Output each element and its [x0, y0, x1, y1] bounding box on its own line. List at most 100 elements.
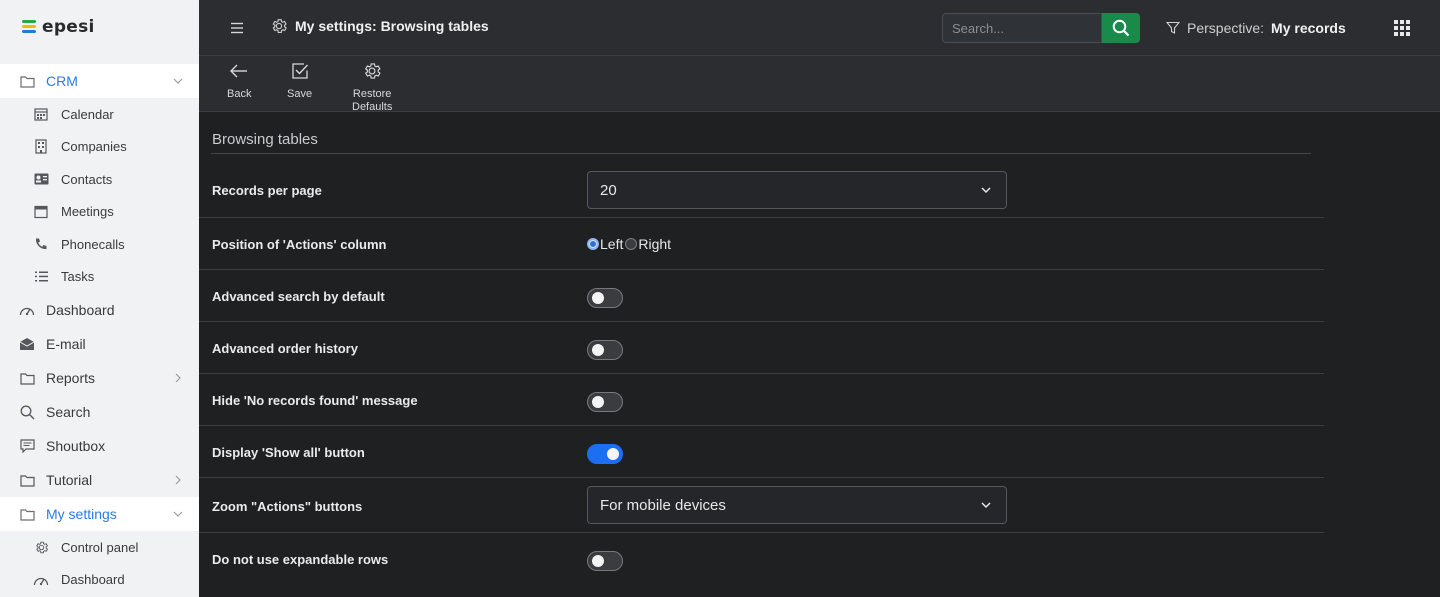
- section-divider: [211, 153, 1311, 154]
- folder-icon: [18, 471, 36, 489]
- sidebar-item-tutorial[interactable]: Tutorial: [0, 463, 199, 497]
- setting-label: Advanced order history: [212, 341, 358, 356]
- chevron-down-icon: [981, 187, 991, 194]
- sidebar-subitem-label: Dashboard: [61, 572, 125, 588]
- sidebar-item-label: Shoutbox: [46, 438, 106, 454]
- records-per-page-select[interactable]: 20: [587, 171, 1007, 209]
- page-title: My settings: Browsing tables: [295, 18, 489, 34]
- search-button[interactable]: [1102, 13, 1140, 43]
- restore-defaults-button[interactable]: Restore Defaults: [352, 60, 392, 114]
- top-bar: My settings: Browsing tables Perspective…: [199, 0, 1440, 56]
- sidebar-subitem-phonecalls[interactable]: Phonecalls: [0, 228, 199, 261]
- sidebar-item-shoutbox[interactable]: Shoutbox: [0, 429, 199, 463]
- setting-label: Hide 'No records found' message: [212, 393, 418, 408]
- envelope-icon: [18, 335, 36, 353]
- sidebar-item-label: Search: [46, 404, 91, 420]
- actions-position-radio-group: Left Right: [587, 236, 671, 252]
- checkbox-check-icon: [289, 60, 311, 82]
- chevron-down-icon: [173, 78, 183, 84]
- display-show-all-toggle[interactable]: [587, 444, 623, 464]
- sidebar-item-label: CRM: [46, 73, 78, 89]
- setting-row-advanced-order-history: Advanced order history: [199, 322, 1324, 374]
- sidebar-subitem-companies[interactable]: Companies: [0, 131, 199, 164]
- advanced-order-toggle[interactable]: [587, 340, 623, 360]
- setting-label: Position of 'Actions' column: [212, 237, 387, 252]
- sidebar: epesi CRM Calendar Companies Contacts Me…: [0, 0, 199, 597]
- radio-right-label[interactable]: Right: [638, 236, 671, 252]
- hamburger-menu-icon[interactable]: [229, 20, 245, 36]
- arrow-left-icon: [228, 60, 250, 82]
- phone-icon: [32, 235, 50, 253]
- radio-right[interactable]: [625, 238, 638, 250]
- sidebar-subitem-label: Phonecalls: [61, 236, 125, 252]
- sidebar-item-label: Dashboard: [46, 302, 115, 318]
- radio-left-label[interactable]: Left: [600, 236, 623, 252]
- sidebar-item-email[interactable]: E-mail: [0, 327, 199, 361]
- chevron-down-icon: [981, 502, 991, 509]
- building-icon: [32, 138, 50, 156]
- setting-row-actions-position: Position of 'Actions' column Left Right: [199, 218, 1324, 270]
- sidebar-subitem-dashboard[interactable]: Dashboard: [0, 564, 199, 597]
- search-input[interactable]: [942, 13, 1102, 43]
- select-value: 20: [600, 181, 617, 199]
- sidebar-item-reports[interactable]: Reports: [0, 361, 199, 395]
- apps-grid-icon[interactable]: [1394, 20, 1410, 36]
- epesi-logo-icon: [22, 20, 36, 34]
- setting-label: Do not use expandable rows: [212, 552, 389, 567]
- back-label: Back: [227, 88, 252, 100]
- chat-icon: [18, 437, 36, 455]
- setting-row-display-show-all: Display 'Show all' button: [199, 426, 1324, 478]
- chevron-right-icon: [175, 373, 181, 383]
- sidebar-nav: CRM Calendar Companies Contacts Meetings…: [0, 64, 199, 596]
- dashboard-gauge-icon: [32, 571, 50, 589]
- advanced-search-toggle[interactable]: [587, 288, 623, 308]
- setting-label: Advanced search by default: [212, 289, 385, 304]
- setting-row-advanced-search: Advanced search by default: [199, 270, 1324, 322]
- logo[interactable]: epesi: [22, 15, 95, 39]
- calendar-icon: [32, 105, 50, 123]
- setting-row-records-per-page: Records per page 20: [199, 162, 1324, 218]
- radio-left[interactable]: [587, 238, 599, 250]
- sidebar-item-label: My settings: [46, 506, 117, 522]
- setting-row-hide-no-records: Hide 'No records found' message: [199, 374, 1324, 426]
- sidebar-item-search[interactable]: Search: [0, 395, 199, 429]
- perspective-selector[interactable]: Perspective: My records: [1166, 20, 1346, 36]
- sidebar-item-label: Tutorial: [46, 472, 93, 488]
- setting-row-no-expandable-rows: Do not use expandable rows: [199, 533, 1324, 588]
- setting-row-zoom-actions: Zoom "Actions" buttons For mobile device…: [199, 478, 1324, 533]
- sidebar-subitem-tasks[interactable]: Tasks: [0, 261, 199, 294]
- search-icon: [18, 403, 36, 421]
- page-title-group: My settings: Browsing tables: [270, 17, 489, 35]
- sidebar-item-dashboard[interactable]: Dashboard: [0, 293, 199, 327]
- gear-icon: [272, 19, 287, 33]
- chevron-down-icon: [173, 511, 183, 517]
- sidebar-item-my-settings[interactable]: My settings: [0, 497, 199, 531]
- no-expandable-rows-toggle[interactable]: [587, 551, 623, 571]
- zoom-actions-select[interactable]: For mobile devices: [587, 486, 1007, 524]
- setting-label: Records per page: [212, 183, 322, 198]
- sidebar-subitem-label: Companies: [61, 139, 127, 155]
- gear-icon: [361, 60, 383, 82]
- sidebar-subitem-label: Meetings: [61, 204, 114, 220]
- sidebar-subitem-meetings[interactable]: Meetings: [0, 196, 199, 229]
- sidebar-item-label: Reports: [46, 370, 96, 386]
- action-toolbar: Back Save Restore Defaults: [199, 56, 1440, 114]
- meeting-icon: [32, 203, 50, 221]
- section-title: Browsing tables: [212, 131, 318, 148]
- contact-card-icon: [32, 170, 50, 188]
- sidebar-subitem-label: Contacts: [61, 171, 113, 187]
- back-button[interactable]: Back: [227, 60, 251, 101]
- setting-label: Zoom "Actions" buttons: [212, 499, 363, 514]
- sidebar-subitem-control-panel[interactable]: Control panel: [0, 531, 199, 564]
- sidebar-subitem-calendar[interactable]: Calendar: [0, 98, 199, 131]
- sidebar-subitem-contacts[interactable]: Contacts: [0, 163, 199, 196]
- sidebar-item-label: E-mail: [46, 336, 86, 352]
- hide-no-records-toggle[interactable]: [587, 392, 623, 412]
- folder-icon: [18, 369, 36, 387]
- perspective-label: Perspective:: [1187, 20, 1265, 36]
- save-button[interactable]: Save: [287, 60, 312, 101]
- sidebar-item-crm[interactable]: CRM: [0, 64, 199, 98]
- dashboard-gauge-icon: [18, 301, 36, 319]
- setting-label: Display 'Show all' button: [212, 445, 365, 460]
- sidebar-subitem-label: Control panel: [61, 539, 139, 555]
